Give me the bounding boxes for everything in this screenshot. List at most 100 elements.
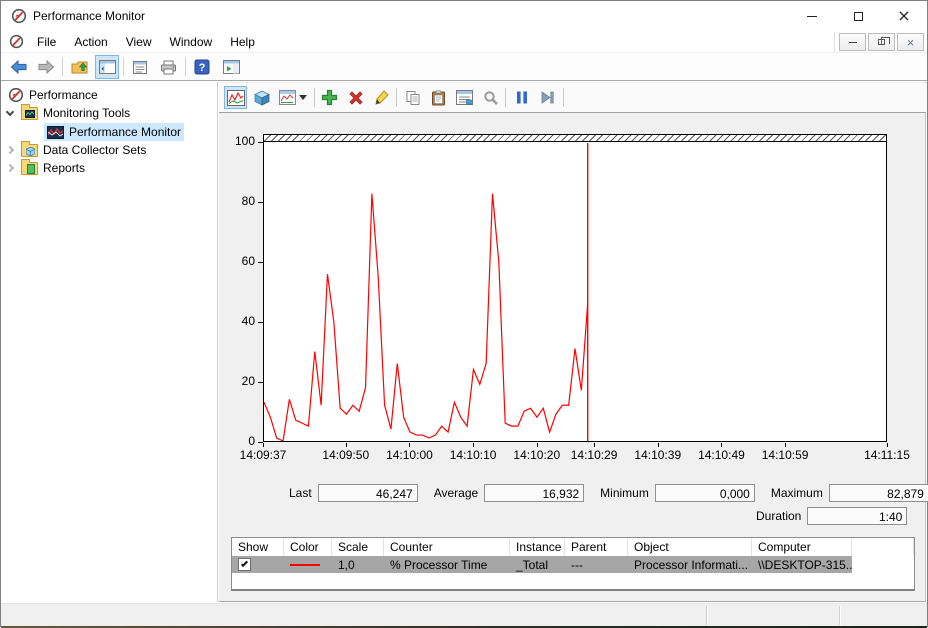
- delete-icon: [348, 90, 364, 106]
- counter-row[interactable]: 1,0 % Processor Time _Total --- Processo…: [232, 556, 914, 573]
- menu-view[interactable]: View: [117, 32, 161, 52]
- col-counter[interactable]: Counter: [384, 538, 510, 556]
- show-hide-console-tree-icon: [99, 60, 116, 74]
- show-checkbox[interactable]: [238, 558, 251, 571]
- child-system-menu-icon[interactable]: [9, 34, 24, 49]
- freeze-display-button[interactable]: [510, 86, 533, 109]
- menu-file[interactable]: File: [28, 32, 65, 52]
- x-tick: [263, 443, 264, 447]
- y-tick-label: 80: [211, 194, 255, 208]
- col-object[interactable]: Object: [628, 538, 752, 556]
- x-tick: [721, 443, 722, 447]
- tree-item-monitoring-tools[interactable]: Monitoring Tools: [7, 104, 130, 122]
- col-scale[interactable]: Scale: [332, 538, 384, 556]
- mdi-restore-button[interactable]: [868, 33, 895, 51]
- y-tick-label: 60: [211, 254, 255, 268]
- col-instance[interactable]: Instance: [510, 538, 565, 556]
- help-icon: ?: [194, 59, 210, 75]
- add-counter-button[interactable]: [318, 86, 341, 109]
- maximize-icon: [854, 12, 863, 21]
- perfmon-root-icon: [8, 87, 24, 103]
- y-tick: [258, 322, 263, 323]
- title-bar: Performance Monitor ×: [1, 1, 927, 31]
- tree-item-reports[interactable]: Reports: [7, 159, 85, 177]
- x-tick-label: 14:11:15: [864, 448, 910, 462]
- tree-item-performance-monitor[interactable]: Performance Monitor: [44, 123, 184, 141]
- show-hide-console-tree-button[interactable]: [95, 55, 119, 79]
- add-icon: [321, 89, 338, 106]
- menu-window[interactable]: Window: [161, 32, 222, 52]
- minimize-button[interactable]: [789, 1, 835, 31]
- mdi-close-button[interactable]: ×: [897, 33, 924, 51]
- zoom-button[interactable]: [479, 86, 502, 109]
- forward-icon: [37, 59, 55, 75]
- counter-row-show-cell: [232, 556, 284, 573]
- x-tick-label: 14:10:29: [571, 448, 618, 462]
- toolbar-separator: [123, 57, 124, 76]
- x-tick: [409, 443, 410, 447]
- toolbar-separator: [505, 88, 506, 107]
- toolbar-separator: [563, 88, 564, 107]
- up-one-level-button[interactable]: [67, 55, 91, 79]
- average-label: Average: [434, 486, 478, 500]
- x-tick: [473, 443, 474, 447]
- duration-row: Duration 1:40: [756, 507, 907, 525]
- mini-chart-icon: [25, 110, 35, 118]
- counter-row-parent: ---: [565, 556, 628, 573]
- col-color[interactable]: Color: [284, 538, 332, 556]
- export-list-button[interactable]: [128, 55, 152, 79]
- tree-item-data-collector-sets[interactable]: Data Collector Sets: [7, 141, 146, 159]
- highlight-button[interactable]: [370, 86, 393, 109]
- y-tick: [258, 202, 263, 203]
- delete-counter-button[interactable]: [344, 86, 367, 109]
- show-hide-action-pane-button[interactable]: [219, 55, 243, 79]
- perfmon-app-icon: [11, 8, 27, 24]
- view-log-data-button[interactable]: [250, 86, 273, 109]
- print-button[interactable]: [156, 55, 180, 79]
- x-tick-label: 14:10:20: [513, 448, 560, 462]
- properties-icon: [456, 90, 473, 105]
- chart-top-hatch-bar: [264, 135, 886, 142]
- tree-item-performance-root[interactable]: Performance: [8, 86, 98, 104]
- paste-counter-list-button[interactable]: [427, 86, 450, 109]
- x-tick: [887, 443, 888, 447]
- change-graph-type-button[interactable]: [276, 86, 310, 109]
- counter-row-object: Processor Informati...: [628, 556, 752, 573]
- mdi-minimize-button[interactable]: [839, 33, 866, 51]
- menu-bar: File Action View Window Help: [1, 31, 927, 53]
- mdi-window-buttons: ×: [839, 33, 924, 51]
- col-computer[interactable]: Computer: [752, 538, 852, 556]
- counter-row-computer: \\DESKTOP-315...: [752, 556, 852, 573]
- toolbar-separator: [62, 57, 63, 76]
- dropdown-arrow-icon[interactable]: [299, 95, 307, 100]
- update-data-icon: [540, 90, 555, 105]
- counter-table-header: Show Color Scale Counter Instance Parent…: [232, 538, 914, 556]
- chevron-collapsed-icon[interactable]: [6, 146, 14, 154]
- status-bar: [1, 603, 927, 626]
- col-show[interactable]: Show: [232, 538, 284, 556]
- chart-plot-area[interactable]: [263, 134, 887, 442]
- chevron-collapsed-icon[interactable]: [6, 164, 14, 172]
- back-button[interactable]: [7, 55, 31, 79]
- duration-label: Duration: [756, 509, 801, 523]
- view-current-activity-button[interactable]: [224, 86, 247, 109]
- menu-action[interactable]: Action: [65, 32, 116, 52]
- window-title: Performance Monitor: [33, 9, 145, 23]
- close-button[interactable]: ×: [881, 1, 927, 31]
- maximize-button[interactable]: [835, 1, 881, 31]
- close-icon: ×: [897, 8, 910, 24]
- help-button[interactable]: ?: [190, 55, 214, 79]
- properties-button[interactable]: [453, 86, 476, 109]
- last-label: Last: [289, 486, 312, 500]
- col-parent[interactable]: Parent: [565, 538, 628, 556]
- average-value: 16,932: [484, 484, 584, 502]
- counter-row-instance: _Total: [510, 556, 565, 573]
- toolbar-separator: [396, 88, 397, 107]
- menu-help[interactable]: Help: [221, 32, 264, 52]
- update-data-button[interactable]: [536, 86, 559, 109]
- forward-button[interactable]: [34, 55, 58, 79]
- highlight-icon: [374, 90, 389, 106]
- x-tick: [658, 443, 659, 447]
- chevron-expanded-icon[interactable]: [6, 107, 14, 115]
- copy-properties-button[interactable]: [401, 86, 424, 109]
